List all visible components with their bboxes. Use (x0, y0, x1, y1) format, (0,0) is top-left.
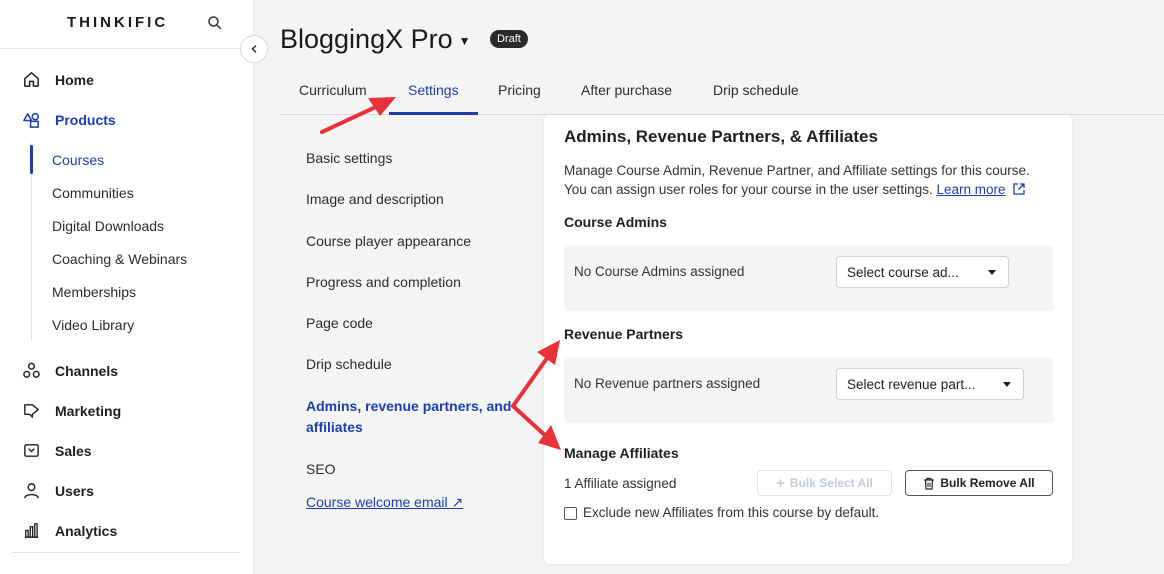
card-title: Admins, Revenue Partners, & Affiliates (564, 127, 878, 146)
sidebar-item-marketing[interactable]: Marketing (22, 401, 121, 420)
sidebar-item-label: Home (55, 71, 94, 88)
sidebar-item-sales[interactable]: Sales (22, 441, 92, 460)
tab-pricing[interactable]: Pricing (498, 82, 541, 98)
user-icon (24, 483, 39, 499)
course-admins-title: Course Admins (564, 214, 667, 230)
tab-settings[interactable]: Settings (408, 82, 459, 98)
subnav-item-memberships[interactable]: Memberships (30, 275, 250, 308)
settings-nav-admins-partners[interactable]: Admins, revenue partners, and affiliates (306, 396, 521, 438)
products-icon (23, 112, 40, 128)
revenue-partner-select-value: Select revenue part... (847, 376, 976, 392)
bulk-remove-all-label: Bulk Remove All (940, 476, 1035, 490)
sidebar-item-analytics[interactable]: Analytics (22, 521, 117, 540)
sidebar-divider (12, 552, 240, 553)
settings-nav-page-code[interactable]: Page code (306, 313, 521, 334)
status-badge: Draft (490, 30, 528, 48)
sidebar-item-label: Sales (55, 442, 92, 459)
course-admins-box: No Course Admins assigned Select course … (564, 245, 1053, 311)
subnav-item-coaching-webinars[interactable]: Coaching & Webinars (30, 242, 250, 275)
revenue-partners-box: No Revenue partners assigned Select reve… (564, 357, 1053, 423)
subnav-item-communities[interactable]: Communities (30, 176, 250, 209)
course-tabs: Curriculum Settings Pricing After purcha… (280, 66, 1164, 115)
tab-curriculum[interactable]: Curriculum (299, 82, 367, 98)
bulk-remove-all-button[interactable]: Bulk Remove All (905, 470, 1053, 496)
search-icon[interactable] (206, 14, 224, 32)
settings-nav-seo[interactable]: SEO (306, 459, 521, 480)
course-title-text: BloggingX Pro (280, 24, 453, 54)
plus-icon: + (776, 474, 785, 492)
manage-affiliates-title: Manage Affiliates (564, 445, 679, 461)
sidebar-collapse-button[interactable] (240, 35, 268, 63)
bulk-select-all-label: Bulk Select All (789, 476, 873, 490)
revenue-partners-title: Revenue Partners (564, 326, 684, 342)
settings-nav-basic[interactable]: Basic settings (306, 148, 521, 169)
admins-partners-card: Admins, Revenue Partners, & Affiliates M… (544, 115, 1072, 564)
learn-more-link[interactable]: Learn more (936, 182, 1005, 197)
chevron-left-icon (251, 45, 257, 53)
sidebar: THINKIFIC Home Products Courses Communit… (0, 0, 254, 574)
course-admin-select[interactable]: Select course ad... (836, 256, 1009, 288)
sidebar-divider (0, 48, 254, 49)
brand-logo[interactable]: THINKIFIC (67, 14, 168, 31)
bulk-select-all-button[interactable]: + Bulk Select All (757, 470, 892, 496)
channels-icon (23, 362, 40, 378)
sidebar-item-label: Analytics (55, 522, 118, 539)
settings-nav-player-appearance[interactable]: Course player appearance (306, 231, 521, 252)
course-admin-select-value: Select course ad... (847, 264, 959, 280)
megaphone-icon (24, 404, 39, 418)
trash-icon (924, 477, 935, 490)
affiliate-count: 1 Affiliate assigned (564, 476, 677, 491)
external-link-icon[interactable] (1012, 182, 1026, 196)
exclude-affiliates-label: Exclude new Affiliates from this course … (583, 505, 880, 520)
sidebar-item-products[interactable]: Products (22, 110, 116, 129)
analytics-icon (24, 523, 39, 538)
settings-nav-progress[interactable]: Progress and completion (306, 272, 521, 293)
tab-drip-schedule[interactable]: Drip schedule (713, 82, 799, 98)
sidebar-item-label: Channels (55, 362, 119, 379)
course-admins-empty: No Course Admins assigned (574, 264, 745, 279)
settings-nav-welcome-email-link[interactable]: Course welcome email ↗ (306, 492, 521, 513)
course-title[interactable]: BloggingX Pro ▼ (280, 24, 471, 55)
caret-down-icon (988, 270, 996, 275)
exclude-affiliates-checkbox[interactable] (564, 507, 577, 520)
sales-icon (24, 444, 39, 457)
revenue-partner-select[interactable]: Select revenue part... (836, 368, 1024, 400)
card-description: Manage Course Admin, Revenue Partner, an… (564, 161, 1054, 199)
caret-down-icon (1003, 382, 1011, 387)
sidebar-item-label: Users (55, 482, 94, 499)
sidebar-item-channels[interactable]: Channels (22, 361, 118, 380)
home-icon (24, 72, 39, 87)
sidebar-item-label: Products (55, 111, 116, 128)
caret-down-icon: ▼ (458, 34, 471, 48)
sidebar-item-label: Marketing (55, 402, 122, 419)
products-subnav: Courses Communities Digital Downloads Co… (30, 143, 250, 341)
settings-nav-image-description[interactable]: Image and description (306, 189, 521, 210)
settings-nav-drip-schedule[interactable]: Drip schedule (306, 354, 521, 375)
sidebar-item-users[interactable]: Users (22, 481, 94, 500)
sidebar-item-home[interactable]: Home (22, 70, 94, 89)
subnav-item-digital-downloads[interactable]: Digital Downloads (30, 209, 250, 242)
subnav-item-courses[interactable]: Courses (30, 143, 250, 176)
active-tab-indicator (389, 112, 478, 115)
subnav-item-video-library[interactable]: Video Library (30, 308, 250, 341)
tab-after-purchase[interactable]: After purchase (581, 82, 672, 98)
revenue-partners-empty: No Revenue partners assigned (574, 376, 761, 391)
